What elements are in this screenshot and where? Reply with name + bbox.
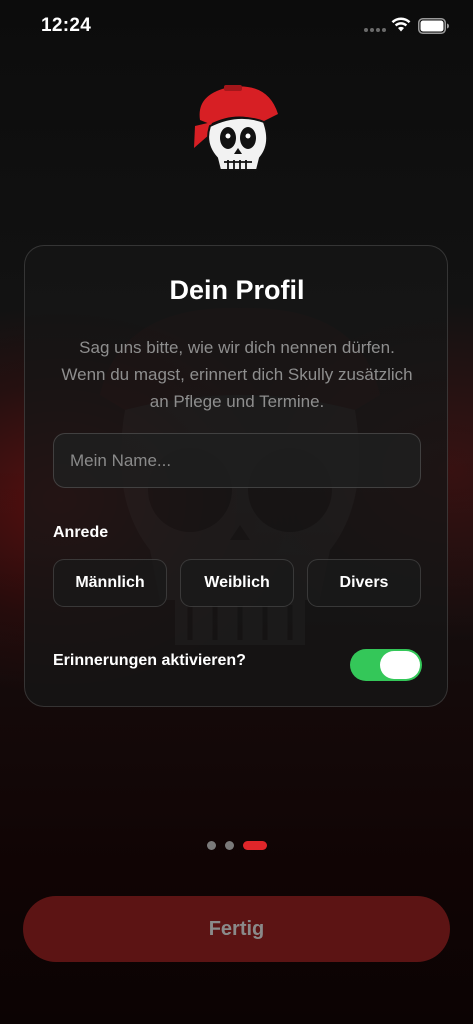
name-input[interactable]	[53, 433, 421, 488]
status-time: 12:24	[41, 15, 92, 36]
salutation-option-diverse[interactable]: Divers	[307, 559, 421, 607]
card-title: Dein Profil	[169, 275, 305, 305]
finish-button[interactable]: Fertig	[23, 896, 450, 962]
signal-icon	[364, 28, 386, 32]
salutation-option-male[interactable]: Männlich	[53, 559, 167, 607]
page-dot-3-active[interactable]	[243, 841, 267, 850]
profile-card: Dein Profil Sag uns bitte, wie wir dich …	[24, 245, 448, 707]
wifi-icon	[391, 17, 411, 32]
profile-screen: 12:24 Dein Profil Sag uns bitte, wie wir…	[0, 0, 473, 1024]
salutation-option-female[interactable]: Weiblich	[180, 559, 294, 607]
status-bar: 12:24	[0, 0, 473, 52]
battery-icon	[418, 18, 449, 34]
reminders-toggle[interactable]	[350, 649, 422, 681]
skully-logo	[194, 85, 278, 171]
reminders-label: Erinnerungen aktivieren?	[53, 652, 246, 669]
page-dot-1[interactable]	[207, 841, 216, 850]
card-description: Sag uns bitte, wie wir dich nennen dürfe…	[61, 338, 413, 411]
salutation-label: Anrede	[53, 524, 109, 541]
toggle-knob	[380, 651, 420, 679]
page-dot-2[interactable]	[225, 841, 234, 850]
